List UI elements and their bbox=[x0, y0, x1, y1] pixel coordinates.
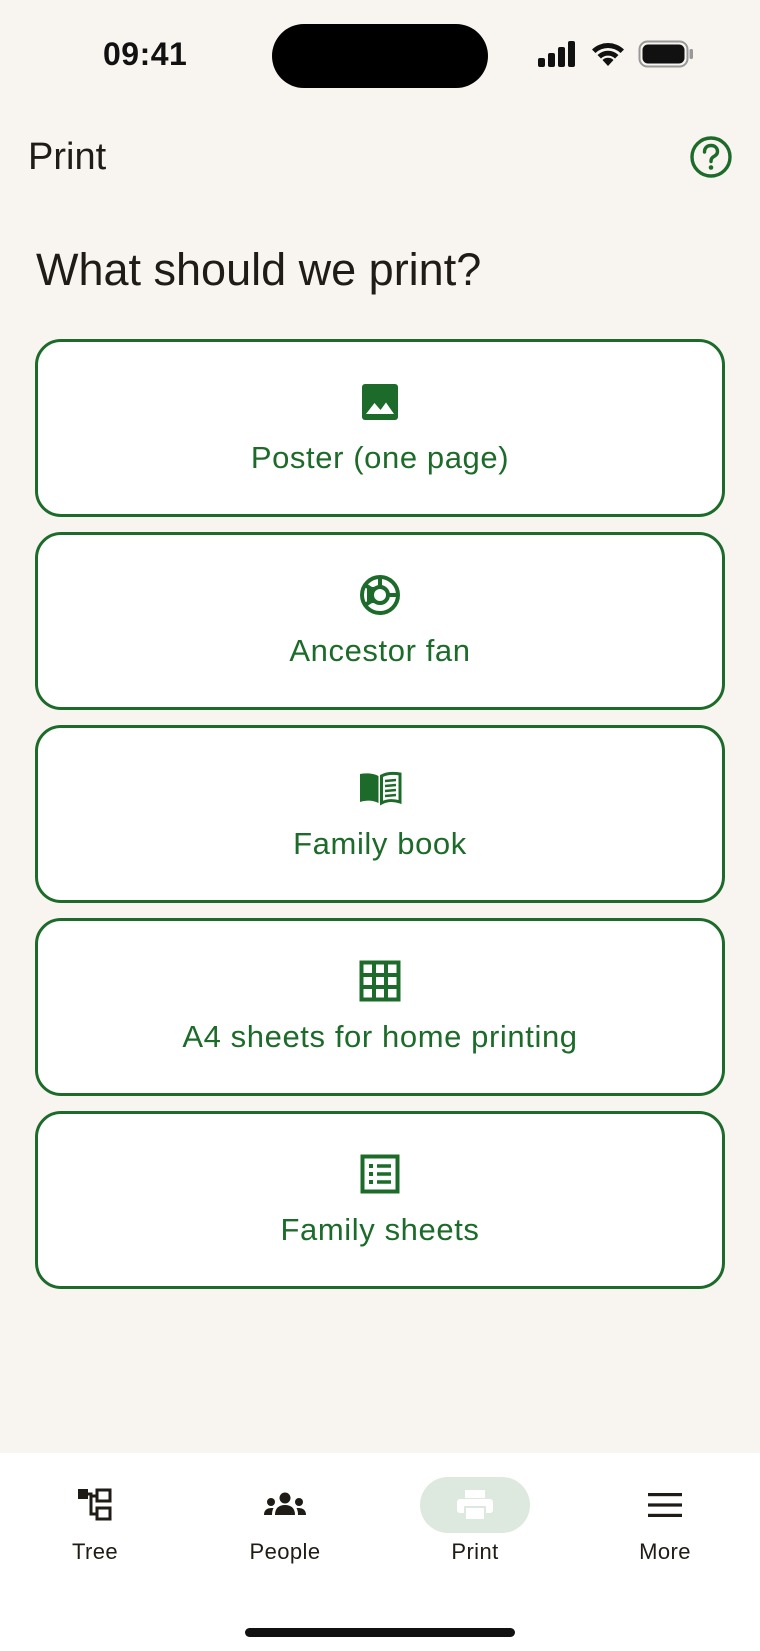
page-title: Print bbox=[28, 136, 107, 178]
printer-icon bbox=[457, 1490, 493, 1521]
option-family-sheets-button[interactable]: Family sheets bbox=[35, 1111, 725, 1289]
nav-label: People bbox=[249, 1539, 321, 1564]
wifi-icon bbox=[592, 43, 624, 66]
nav-label: More bbox=[639, 1539, 691, 1564]
nav-item-print[interactable]: Print bbox=[400, 1477, 550, 1577]
list-sheet-icon bbox=[360, 1154, 400, 1194]
people-icon bbox=[264, 1492, 306, 1515]
bottom-navigation: Tree People Print More bbox=[0, 1453, 760, 1651]
nav-item-more[interactable]: More bbox=[590, 1477, 740, 1577]
option-label: Ancestor fan bbox=[289, 633, 471, 668]
status-bar: 09:41 bbox=[0, 0, 760, 110]
option-family-book-button[interactable]: Family book bbox=[35, 725, 725, 903]
nav-active-indicator bbox=[420, 1477, 530, 1533]
home-indicator[interactable] bbox=[245, 1628, 515, 1637]
status-icons bbox=[538, 40, 694, 68]
grid-icon bbox=[359, 960, 401, 1002]
app-bar: Print bbox=[0, 120, 760, 200]
tree-icon bbox=[78, 1488, 112, 1521]
battery-icon bbox=[638, 40, 693, 68]
menu-icon bbox=[648, 1493, 682, 1517]
help-button[interactable] bbox=[688, 134, 734, 180]
option-a4-sheets-button[interactable]: A4 sheets for home printing bbox=[35, 918, 725, 1096]
option-ancestor-fan-button[interactable]: Ancestor fan bbox=[35, 532, 725, 710]
nav-label: Print bbox=[451, 1539, 499, 1564]
nav-item-tree[interactable]: Tree bbox=[20, 1477, 170, 1577]
cellular-signal-icon bbox=[538, 41, 575, 67]
status-time: 09:41 bbox=[103, 36, 188, 72]
option-label: Family sheets bbox=[280, 1212, 480, 1247]
nav-icon-container bbox=[40, 1477, 150, 1533]
fan-chart-icon bbox=[360, 575, 400, 615]
dynamic-island bbox=[272, 24, 488, 88]
section-heading: What should we print? bbox=[36, 244, 482, 295]
option-label: A4 sheets for home printing bbox=[182, 1019, 578, 1054]
option-poster-button[interactable]: Poster (one page) bbox=[35, 339, 725, 517]
option-label: Poster (one page) bbox=[250, 440, 510, 475]
nav-icon-container bbox=[610, 1477, 720, 1533]
nav-item-people[interactable]: People bbox=[210, 1477, 360, 1577]
print-screen: 09:41 Print What should we print? Poster… bbox=[0, 0, 760, 1651]
image-icon bbox=[362, 384, 398, 420]
nav-icon-container bbox=[230, 1477, 340, 1533]
print-options-list: Poster (one page) Ancestor fan Family bo… bbox=[35, 339, 725, 1304]
help-circle-icon bbox=[690, 136, 732, 178]
book-icon bbox=[360, 771, 402, 806]
option-label: Family book bbox=[293, 826, 467, 861]
nav-label: Tree bbox=[71, 1539, 119, 1564]
